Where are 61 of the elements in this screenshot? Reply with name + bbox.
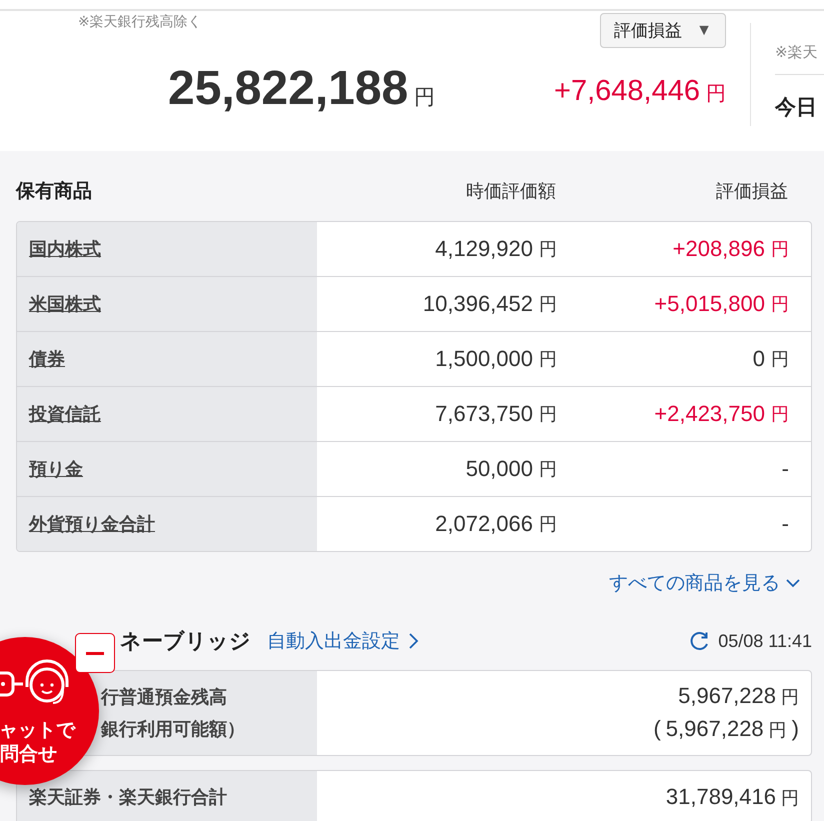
currency-unit: 円 xyxy=(781,786,799,810)
currency-unit: 円 xyxy=(539,293,557,316)
currency-unit: 円 xyxy=(771,348,789,371)
gain-value: - xyxy=(782,456,789,482)
metric-dropdown[interactable]: 評価損益 ▼ xyxy=(600,13,726,48)
chat-label: 問合せ xyxy=(0,743,57,767)
gain-value: 0 xyxy=(752,346,765,372)
currency-unit: 円 xyxy=(768,719,787,742)
gain-value: +5,015,800 xyxy=(654,291,765,317)
balance-amount: 5,967,228 xyxy=(678,682,776,710)
side-title: 今日 xyxy=(775,95,818,121)
chat-label: ャットで xyxy=(0,719,75,743)
column-header: 評価損益 xyxy=(715,180,788,203)
section-title: 保有商品 xyxy=(16,180,93,204)
asset-link[interactable]: 債券 xyxy=(29,347,65,371)
minimize-button[interactable] xyxy=(75,633,115,673)
asset-link[interactable]: 外貨預り金合計 xyxy=(29,512,155,536)
market-value: 1,500,000 xyxy=(435,346,533,372)
refresh-icon[interactable] xyxy=(690,631,710,651)
paren: ) xyxy=(792,715,799,743)
chatbot-icon xyxy=(0,659,71,707)
market-value: 10,396,452 xyxy=(422,291,533,317)
market-value: 7,673,750 xyxy=(435,401,533,427)
market-value: 50,000 xyxy=(466,456,533,482)
asset-link[interactable]: 米国株式 xyxy=(29,292,101,316)
balance-label: 行普通預金残高 xyxy=(101,686,228,709)
currency-unit: 円 xyxy=(539,238,557,261)
see-all-link[interactable]: すべての商品を見る xyxy=(609,570,800,596)
auto-transfer-link[interactable]: 自動入出金設定 xyxy=(267,628,420,654)
market-value: 2,072,066 xyxy=(435,511,533,537)
total-gain: +7,648,446 xyxy=(554,75,700,108)
asset-link[interactable]: 国内株式 xyxy=(29,237,101,261)
balance-label: 楽天証券・楽天銀行合計 xyxy=(29,786,228,809)
currency-unit: 円 xyxy=(781,686,799,709)
balance-amount: 31,789,416 xyxy=(666,782,776,810)
balance-label: 銀行利用可能額） xyxy=(101,718,246,741)
dropdown-arrow: ▼ xyxy=(696,22,712,40)
currency-unit: 円 xyxy=(539,458,557,481)
gain-value: +2,423,750 xyxy=(654,401,765,427)
column-header: 時価評価額 xyxy=(465,180,556,203)
balance-note: ※楽天銀行残高除く xyxy=(78,13,202,31)
balance-amount: 5,967,228 xyxy=(666,715,764,743)
gain-value: +208,896 xyxy=(672,236,765,262)
currency-unit: 円 xyxy=(706,82,726,107)
asset-link[interactable]: 預り金 xyxy=(29,457,83,481)
side-note: ※楽天 xyxy=(775,23,824,75)
currency-unit: 円 xyxy=(539,403,557,426)
currency-unit: 円 xyxy=(414,85,436,111)
asset-link[interactable]: 投資信託 xyxy=(29,402,101,426)
paren: ( xyxy=(653,715,661,743)
currency-unit: 円 xyxy=(539,348,557,371)
currency-unit: 円 xyxy=(771,403,789,426)
currency-unit: 円 xyxy=(539,513,557,536)
total-amount: 25,822,188 xyxy=(168,61,408,116)
update-time: 05/08 11:41 xyxy=(718,630,812,652)
market-value: 4,129,920 xyxy=(435,236,533,262)
currency-unit: 円 xyxy=(771,238,789,261)
minus-icon xyxy=(86,652,104,654)
currency-unit: 円 xyxy=(771,293,789,316)
gain-value: - xyxy=(782,511,789,537)
section-title: ネーブリッジ xyxy=(120,629,251,655)
